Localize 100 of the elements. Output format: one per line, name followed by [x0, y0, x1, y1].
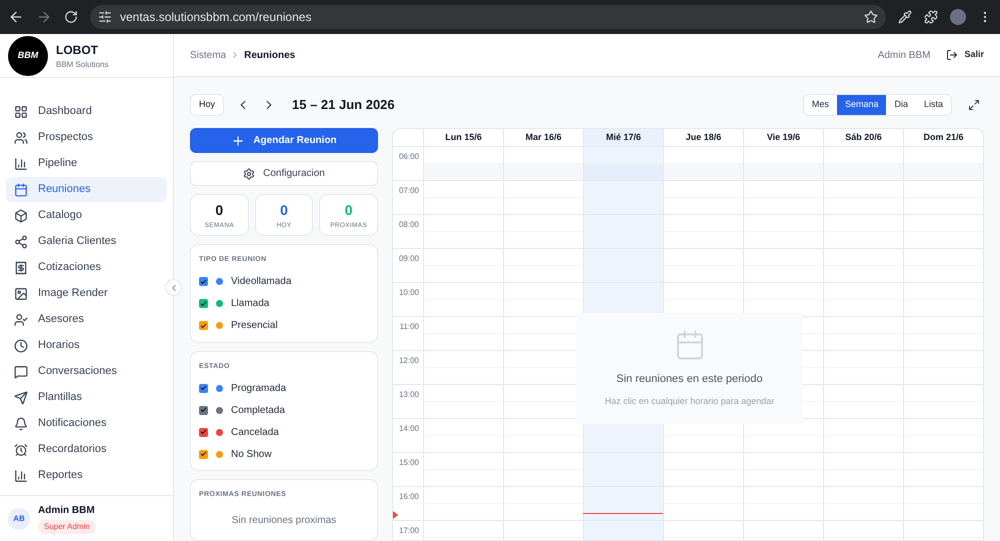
collapse-button[interactable]: [165, 279, 182, 296]
grid-cell[interactable]: [903, 385, 983, 418]
grid-cell[interactable]: [823, 453, 903, 486]
grid-cell[interactable]: [823, 215, 903, 248]
logout-button[interactable]: Salir: [946, 48, 984, 62]
grid-cell[interactable]: [663, 147, 743, 180]
forward-icon[interactable]: [36, 9, 52, 25]
grid-cell[interactable]: [823, 249, 903, 282]
grid-cell[interactable]: [503, 147, 583, 180]
eyedropper-icon[interactable]: [898, 10, 912, 24]
grid-cell[interactable]: [423, 147, 503, 180]
view-tab[interactable]: Mes: [804, 95, 837, 115]
grid-cell[interactable]: [423, 181, 503, 214]
hour-label: 11:00: [400, 321, 419, 333]
grid-cell[interactable]: [583, 147, 663, 180]
settings-button[interactable]: Configuracion: [190, 161, 378, 186]
sidebar-item[interactable]: Notificaciones: [6, 411, 167, 436]
schedule-button[interactable]: Agendar Reunion: [190, 128, 378, 153]
grid-cell[interactable]: [663, 181, 743, 214]
grid-cell[interactable]: [663, 487, 743, 520]
sidebar-item[interactable]: Image Render: [6, 281, 167, 306]
grid-cell[interactable]: [823, 283, 903, 316]
grid-cell[interactable]: [663, 215, 743, 248]
grid-cell[interactable]: [823, 181, 903, 214]
grid-cell[interactable]: [423, 283, 503, 316]
grid-cell[interactable]: [903, 351, 983, 384]
site-settings-icon[interactable]: [98, 10, 112, 24]
grid-cell[interactable]: [823, 317, 903, 350]
address-bar[interactable]: ventas.solutionsbbm.com/reuniones: [90, 5, 886, 29]
grid-cell[interactable]: [423, 487, 503, 520]
back-icon[interactable]: [8, 9, 24, 25]
grid-cell[interactable]: [743, 215, 823, 248]
sidebar-item[interactable]: Horarios: [6, 333, 167, 358]
checkbox[interactable]: [199, 384, 208, 392]
grid-cell[interactable]: [743, 181, 823, 214]
sidebar-item[interactable]: Prospectos: [6, 125, 167, 150]
checkbox[interactable]: [199, 321, 208, 330]
grid-cell[interactable]: [423, 453, 503, 486]
view-tab[interactable]: Lista: [916, 95, 951, 115]
view-tab[interactable]: Dia: [886, 95, 916, 115]
brand-name: LOBOT: [56, 42, 99, 58]
sidebar-item[interactable]: Galeria Clientes: [6, 229, 167, 254]
grid-cell[interactable]: [663, 249, 743, 282]
grid-cell[interactable]: [423, 215, 503, 248]
sidebar-item[interactable]: Catalogo: [6, 203, 167, 228]
grid-cell[interactable]: [903, 283, 983, 316]
grid-cell[interactable]: [903, 487, 983, 520]
grid-cell[interactable]: [583, 453, 663, 486]
grid-cell[interactable]: [903, 453, 983, 486]
grid-cell[interactable]: [823, 419, 903, 452]
sidebar-item[interactable]: Plantillas: [6, 385, 167, 410]
grid-cell[interactable]: [583, 487, 663, 520]
grid-cell[interactable]: [423, 249, 503, 282]
grid-cell[interactable]: [823, 487, 903, 520]
grid-cell[interactable]: [903, 147, 983, 180]
breadcrumb-link[interactable]: Sistema: [190, 48, 226, 62]
sidebar-item[interactable]: Conversaciones: [6, 359, 167, 384]
grid-cell[interactable]: [663, 453, 743, 486]
grid-cell[interactable]: [823, 385, 903, 418]
fullscreen-icon[interactable]: [968, 99, 980, 111]
grid-cell[interactable]: [423, 317, 503, 350]
sidebar-item[interactable]: Pipeline: [6, 151, 167, 176]
today-button[interactable]: Hoy: [190, 94, 224, 116]
sidebar-item[interactable]: Asesores: [6, 307, 167, 332]
checkbox[interactable]: [199, 450, 208, 458]
checkbox[interactable]: [199, 406, 208, 414]
sidebar-item[interactable]: Reuniones: [6, 177, 167, 202]
grid-cell[interactable]: [423, 419, 503, 452]
bookmark-icon[interactable]: [864, 10, 878, 24]
grid-cell[interactable]: [903, 249, 983, 282]
grid-cell[interactable]: [583, 249, 663, 282]
grid-cell[interactable]: [903, 181, 983, 214]
grid-cell[interactable]: [743, 453, 823, 486]
grid-cell[interactable]: [743, 147, 823, 180]
grid-cell[interactable]: [423, 385, 503, 418]
grid-cell[interactable]: [423, 351, 503, 384]
reload-icon[interactable]: [64, 10, 78, 24]
grid-cell[interactable]: [823, 147, 903, 180]
view-tab[interactable]: Semana: [836, 95, 886, 115]
grid-cell[interactable]: [823, 351, 903, 384]
grid-cell[interactable]: [583, 215, 663, 248]
extensions-icon[interactable]: [924, 10, 938, 24]
sidebar-item[interactable]: Cotizaciones: [6, 255, 167, 280]
grid-cell[interactable]: [583, 181, 663, 214]
sidebar-item[interactable]: Dashboard: [6, 99, 167, 124]
grid-cell[interactable]: [903, 419, 983, 452]
checkbox[interactable]: [199, 277, 208, 286]
day-header: Vie 19/6: [743, 129, 823, 146]
sidebar-item[interactable]: Reportes: [6, 463, 167, 488]
grid-cell[interactable]: [903, 317, 983, 350]
checkbox[interactable]: [199, 428, 208, 436]
sidebar-item[interactable]: Recordatorios: [6, 437, 167, 462]
grid-cell[interactable]: [743, 249, 823, 282]
image-icon: [14, 286, 28, 300]
checkbox[interactable]: [199, 299, 208, 308]
grid-cell[interactable]: [903, 215, 983, 248]
day-header: Lun 15/6: [423, 129, 503, 146]
profile-avatar[interactable]: [950, 9, 966, 25]
grid-cell[interactable]: [743, 487, 823, 520]
grid-cell[interactable]: [583, 283, 663, 316]
